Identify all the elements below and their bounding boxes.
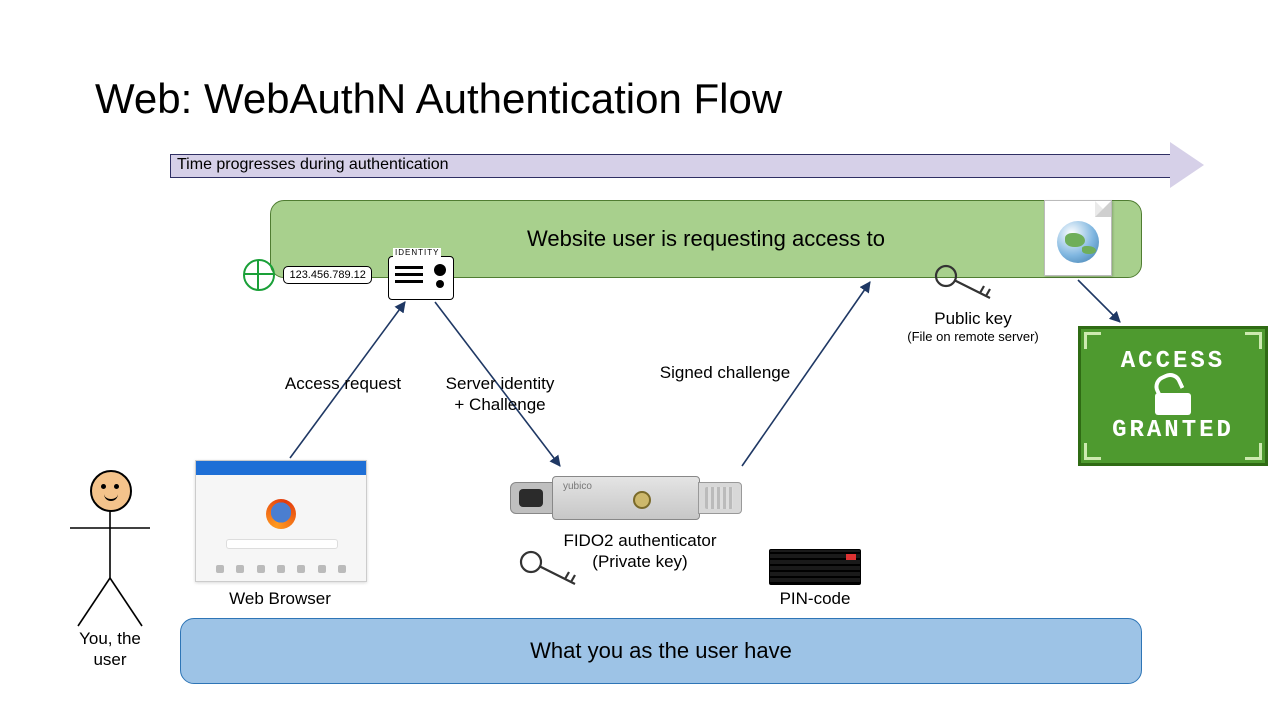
public-key-label: Public key (File on remote server) <box>898 308 1048 346</box>
signed-challenge-label: Signed challenge <box>640 362 810 383</box>
server-address: 123.456.789.12 <box>243 259 372 291</box>
user-possessions-box: What you as the user have <box>180 618 1142 684</box>
public-key-title: Public key <box>898 308 1048 329</box>
public-key-icon <box>930 262 1000 302</box>
fido2-authenticator-icon: yubico <box>510 470 740 524</box>
unlocked-padlock-icon <box>1153 379 1193 413</box>
web-browser-label: Web Browser <box>210 588 350 609</box>
server-identity-challenge-label: Server identity + Challenge <box>410 373 590 416</box>
identity-card-label: IDENTITY <box>393 248 441 257</box>
yubikey-brand: yubico <box>563 481 592 492</box>
you-line2: user <box>60 649 160 670</box>
pin-code-label: PIN-code <box>770 588 860 609</box>
globe-icon <box>243 259 275 291</box>
time-progress-label: Time progresses during authentication <box>177 156 449 174</box>
firefox-icon <box>266 499 296 529</box>
time-progress-arrow: Time progresses during authentication <box>170 154 1172 178</box>
public-key-subtitle: (File on remote server) <box>898 329 1048 345</box>
user-possessions-label: What you as the user have <box>530 638 792 664</box>
web-document-icon <box>1044 200 1112 276</box>
you-line1: You, the <box>60 628 160 649</box>
web-browser-icon <box>195 460 367 582</box>
access-granted-badge: ACCESS GRANTED <box>1078 326 1268 466</box>
user-stick-figure-icon <box>60 470 160 630</box>
identity-card-icon: IDENTITY <box>388 256 454 300</box>
you-the-user-label: You, the user <box>60 628 160 671</box>
ip-address-badge: 123.456.789.12 <box>283 266 371 284</box>
website-box-label: Website user is requesting access to <box>527 226 885 252</box>
keyboard-icon <box>769 549 861 585</box>
server-identity-text: Server identity <box>410 373 590 394</box>
access-line2: GRANTED <box>1112 417 1234 444</box>
time-progress-arrowhead <box>1170 142 1204 188</box>
private-key-icon <box>515 548 585 588</box>
access-line1: ACCESS <box>1121 348 1225 375</box>
page-title: Web: WebAuthN Authentication Flow <box>95 75 782 123</box>
challenge-text: + Challenge <box>410 394 590 415</box>
access-request-label: Access request <box>273 373 413 394</box>
